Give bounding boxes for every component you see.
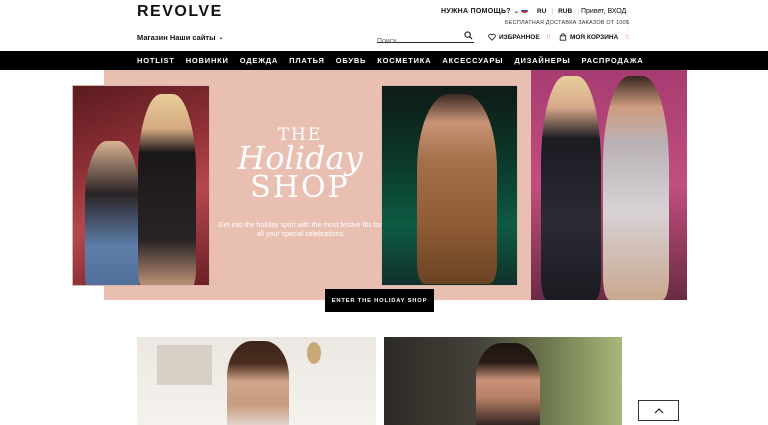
main-nav: HOTLIST НОВИНКИ ОДЕЖДА ПЛАТЬЯ ОБУВЬ КОСМ… xyxy=(0,51,768,70)
product-tile-left[interactable] xyxy=(137,337,376,425)
chevron-up-icon xyxy=(654,407,663,413)
cart-count: 0 xyxy=(625,33,629,41)
heart-icon xyxy=(488,33,496,41)
language-label[interactable]: RU xyxy=(537,8,546,15)
currency-label[interactable]: RUB xyxy=(558,8,572,15)
divider: | xyxy=(577,8,579,15)
hero-photo-right[interactable] xyxy=(531,70,687,300)
stores-label: Магазин Наши сайты xyxy=(137,33,216,42)
chevron-down-icon: ⌄ xyxy=(218,35,224,41)
chevron-down-icon: ⌄ xyxy=(513,9,520,15)
search-box[interactable] xyxy=(377,30,474,45)
help-menu[interactable]: НУЖНА ПОМОЩЬ? ⌄ xyxy=(441,8,519,15)
nav-item-hotlist[interactable]: HOTLIST xyxy=(137,56,175,65)
nav-item-dresses[interactable]: ПЛАТЬЯ xyxy=(289,56,325,65)
divider: | xyxy=(551,8,554,15)
locale-selector[interactable]: RU | RUB | xyxy=(537,8,579,15)
cart-label: МОЯ КОРЗИНА xyxy=(570,33,619,41)
nav-item-designers[interactable]: ДИЗАЙНЕРЫ xyxy=(514,56,570,65)
nav-item-shoes[interactable]: ОБУВЬ xyxy=(336,56,367,65)
top-header: REVOLVE НУЖНА ПОМОЩЬ? ⌄ RU | RUB | Приве… xyxy=(0,0,768,50)
help-label: НУЖНА ПОМОЩЬ? xyxy=(441,8,511,15)
hero-title-shop: SHOP xyxy=(250,170,350,205)
nav-item-sale[interactable]: РАСПРОДАЖА xyxy=(582,56,644,65)
shipping-promo: БЕСПЛАТНАЯ ДОСТАВКА ЗАКАЗОВ ОТ 100$ xyxy=(505,20,630,26)
sign-in-link[interactable]: Привет, ВХОД xyxy=(581,8,626,15)
wall-art xyxy=(157,345,212,385)
enter-holiday-shop-button[interactable]: ENTER THE HOLIDAY SHOP xyxy=(325,289,434,312)
back-to-top-button[interactable] xyxy=(638,400,679,421)
hero-title: THE Holiday SHOP xyxy=(200,125,400,203)
favorites-label: ИЗБРАННОЕ xyxy=(499,33,540,41)
nav-item-beauty[interactable]: КОСМЕТИКА xyxy=(377,56,431,65)
bag-icon xyxy=(559,33,567,41)
favorites-count: 0 xyxy=(546,33,551,41)
hero-title-holiday: Holiday xyxy=(237,139,363,177)
search-input[interactable] xyxy=(377,38,462,45)
cart-link[interactable]: МОЯ КОРЗИНА 0 xyxy=(559,33,629,41)
stores-menu[interactable]: Магазин Наши сайты ⌄ xyxy=(137,33,224,42)
hero-description: Get into the holiday spirit with the mos… xyxy=(218,222,382,238)
hero-photo-left[interactable] xyxy=(72,85,210,286)
nav-item-accessories[interactable]: АКСЕССУАРЫ xyxy=(442,56,503,65)
wall-lamp xyxy=(307,342,321,364)
site-logo[interactable]: REVOLVE xyxy=(137,3,223,21)
search-icon[interactable] xyxy=(464,31,473,40)
hero-photo-center[interactable] xyxy=(381,85,518,286)
nav-item-clothing[interactable]: ОДЕЖДА xyxy=(240,56,278,65)
favorites-link[interactable]: ИЗБРАННОЕ 0 xyxy=(488,33,550,41)
russia-flag-icon xyxy=(521,8,528,13)
product-tile-right[interactable] xyxy=(384,337,622,425)
nav-item-new[interactable]: НОВИНКИ xyxy=(186,56,229,65)
